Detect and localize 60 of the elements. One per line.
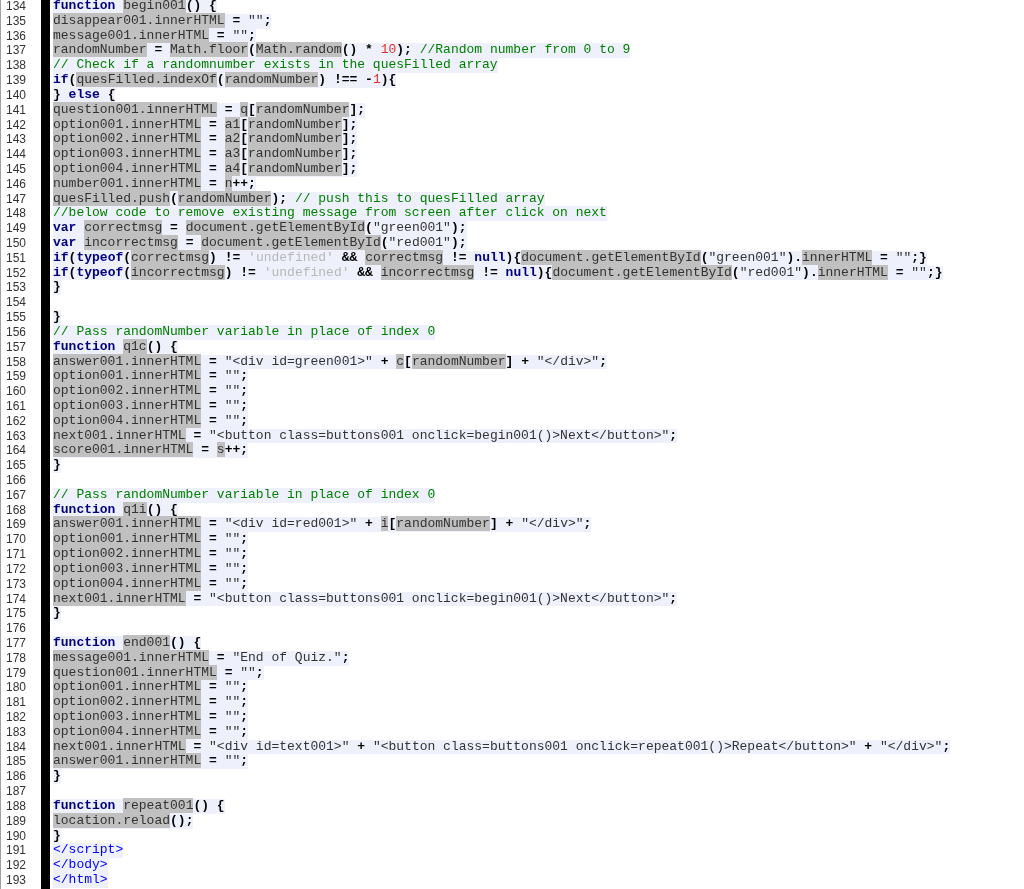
line-number: 141 bbox=[5, 102, 28, 118]
line-number: 140 bbox=[5, 87, 28, 103]
line-number: 135 bbox=[5, 13, 28, 29]
line-number: 174 bbox=[5, 591, 28, 607]
line-number: 155 bbox=[5, 310, 28, 325]
line-number: 138 bbox=[5, 58, 28, 74]
line-number: 144 bbox=[5, 147, 28, 162]
line-number: 139 bbox=[5, 73, 28, 88]
line-number: 172 bbox=[5, 561, 28, 577]
line-number: 167 bbox=[5, 487, 28, 503]
line-number: 168 bbox=[5, 502, 28, 518]
line-number: 185 bbox=[5, 754, 28, 770]
line-number: 157 bbox=[5, 339, 28, 355]
line-number: 148 bbox=[5, 206, 28, 222]
line-number: 150 bbox=[5, 236, 28, 251]
line-number: 137 bbox=[5, 43, 28, 59]
line-number: 159 bbox=[5, 369, 28, 385]
line-number: 151 bbox=[5, 250, 28, 266]
line-number: 169 bbox=[5, 517, 28, 533]
line-number: 152 bbox=[5, 265, 28, 281]
line-number: 158 bbox=[5, 354, 28, 370]
line-number: 171 bbox=[5, 547, 28, 562]
line-number: 189 bbox=[5, 813, 28, 829]
line-number: 184 bbox=[5, 739, 28, 755]
line-number: 156 bbox=[5, 324, 28, 340]
line-number: 192 bbox=[5, 858, 28, 873]
line-number: 173 bbox=[5, 576, 28, 592]
line-number: 162 bbox=[5, 413, 28, 429]
line-number: 183 bbox=[5, 724, 28, 740]
line-number: 190 bbox=[5, 828, 28, 844]
line-number: 153 bbox=[5, 280, 28, 296]
line-number: 186 bbox=[5, 769, 28, 785]
line-number: 188 bbox=[5, 798, 28, 814]
line-number: 142 bbox=[5, 117, 28, 133]
line-number: 149 bbox=[5, 221, 28, 236]
line-number: 160 bbox=[5, 384, 28, 399]
line-number: 179 bbox=[5, 665, 28, 681]
line-number: 163 bbox=[5, 428, 28, 444]
line-number: 146 bbox=[5, 176, 28, 192]
line-number: 177 bbox=[5, 635, 28, 651]
line-number: 182 bbox=[5, 710, 28, 725]
line-number: 178 bbox=[5, 650, 28, 666]
line-number: 187 bbox=[5, 784, 28, 799]
line-number: 147 bbox=[5, 191, 28, 207]
line-number: 176 bbox=[5, 621, 28, 636]
line-number: 166 bbox=[5, 473, 28, 488]
line-number: 145 bbox=[5, 161, 28, 177]
line-number: 136 bbox=[5, 28, 28, 44]
line-number: 134 bbox=[5, 0, 28, 14]
line-number: 170 bbox=[5, 532, 28, 548]
line-number: 191 bbox=[5, 843, 28, 859]
line-number: 154 bbox=[5, 295, 28, 311]
line-number: 161 bbox=[5, 398, 28, 414]
line-number: 180 bbox=[5, 680, 28, 696]
line-number: 181 bbox=[5, 695, 28, 710]
line-number: 143 bbox=[5, 132, 28, 148]
line-number: 165 bbox=[5, 458, 28, 473]
line-number: 193 bbox=[5, 872, 28, 888]
line-number: 175 bbox=[5, 606, 28, 622]
line-number: 164 bbox=[5, 443, 28, 459]
